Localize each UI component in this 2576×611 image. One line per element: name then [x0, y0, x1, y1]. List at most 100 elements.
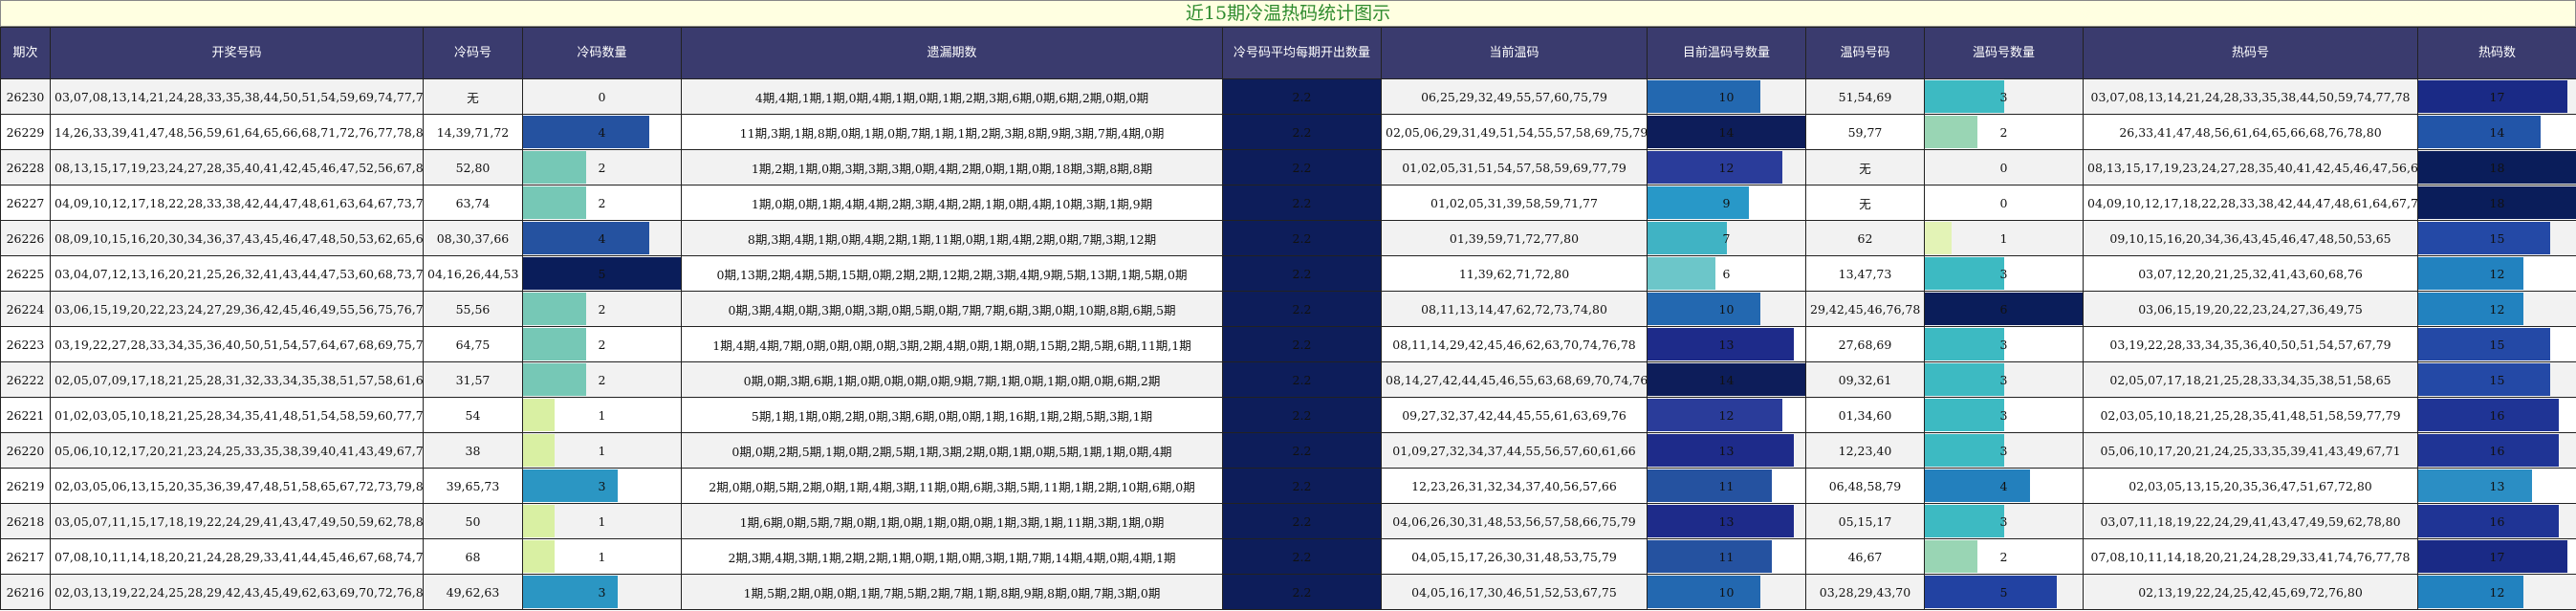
warm-number-count-bar: 1	[1924, 220, 2084, 256]
cold-count-bar-fill	[523, 399, 555, 431]
cold-numbers-cell: 31,57	[423, 361, 523, 398]
hot-count-bar-value: 16	[2489, 407, 2505, 423]
draw-numbers-cell: 07,08,10,11,14,18,20,21,24,28,29,33,41,4…	[50, 538, 424, 575]
warm-number-count-bar-fill	[1925, 363, 2004, 396]
cold-count-bar-fill	[523, 116, 649, 148]
warm-count-bar-value: 11	[1718, 549, 1735, 564]
hot-numbers-cell: 07,08,10,11,14,18,20,21,24,28,29,33,41,7…	[2083, 538, 2418, 575]
cold-average-cell: 2.2	[1222, 220, 1382, 256]
hot-count-bar-value: 15	[2489, 372, 2505, 387]
header-cold-numbers: 冷码号	[423, 27, 523, 79]
draw-numbers-cell: 03,19,22,27,28,33,34,35,36,40,50,51,54,5…	[50, 326, 424, 362]
issue-cell: 26220	[0, 432, 51, 469]
hot-count-bar-value: 18	[2489, 195, 2505, 210]
miss-periods-cell: 0期,0期,3期,6期,1期,0期,0期,0期,0期,9期,7期,1期,0期,1…	[681, 361, 1223, 398]
warm-number-count-bar-fill	[1925, 540, 1977, 573]
cold-count-bar-value: 2	[598, 195, 606, 210]
warm-number-count-bar-fill	[1925, 116, 1977, 148]
warm-count-bar-fill	[1648, 257, 1715, 290]
warm-number-count-bar-fill	[1925, 399, 2004, 431]
cold-count-bar-fill	[523, 293, 586, 325]
warm-count-bar-value: 12	[1718, 160, 1735, 175]
warm-number-count-bar-fill	[1925, 222, 1952, 254]
warm-number-count-bar: 4	[1924, 468, 2084, 504]
cold-count-bar-value: 1	[598, 549, 606, 564]
warm-count-bar: 10	[1647, 574, 1806, 610]
hot-count-bar: 18	[2417, 185, 2576, 221]
warm-number-count-bar: 3	[1924, 503, 2084, 539]
issue-cell: 26227	[0, 185, 51, 221]
warm-number-count-bar-value: 3	[1999, 513, 2008, 529]
warm-count-bar-value: 13	[1718, 513, 1735, 529]
cold-numbers-cell: 68	[423, 538, 523, 575]
header-issue: 期次	[0, 27, 51, 79]
current-warm-cell: 08,11,13,14,47,62,72,73,74,80	[1381, 291, 1648, 327]
issue-cell: 26230	[0, 78, 51, 115]
header-miss-periods: 遗漏期数	[681, 27, 1223, 79]
miss-periods-cell: 1期,2期,1期,0期,3期,3期,3期,0期,4期,2期,0期,1期,0期,1…	[681, 149, 1223, 185]
miss-periods-cell: 1期,4期,4期,7期,0期,0期,0期,0期,3期,2期,4期,0期,1期,0…	[681, 326, 1223, 362]
hot-numbers-cell: 02,03,05,10,18,21,25,28,35,41,48,51,58,5…	[2083, 397, 2418, 433]
issue-cell: 26217	[0, 538, 51, 575]
warm-number-count-bar-fill	[1925, 80, 2004, 113]
warm-number-count-bar-value: 4	[1999, 478, 2008, 493]
cold-count-bar-value: 2	[598, 337, 606, 352]
hot-count-bar: 16	[2417, 397, 2576, 433]
cold-count-bar-value: 3	[598, 584, 606, 600]
header-row: 期次 开奖号码 冷码号 冷码数量 遗漏期数 冷号码平均每期开出数量 当前温码 目…	[0, 27, 2576, 79]
cold-count-bar-value: 2	[598, 372, 606, 387]
warm-count-bar-value: 11	[1718, 478, 1735, 493]
stats-table: 期次 开奖号码 冷码号 冷码数量 遗漏期数 冷号码平均每期开出数量 当前温码 目…	[0, 27, 2576, 610]
warm-number-count-bar-value: 2	[1999, 124, 2008, 140]
hot-count-bar-value: 18	[2489, 160, 2505, 175]
warm-count-bar: 12	[1647, 149, 1806, 185]
cold-numbers-cell: 64,75	[423, 326, 523, 362]
warm-number-count-bar: 0	[1924, 149, 2084, 185]
cold-numbers-cell: 50	[423, 503, 523, 539]
hot-numbers-cell: 05,06,10,17,20,21,24,25,33,35,39,41,43,4…	[2083, 432, 2418, 469]
cold-count-bar: 2	[522, 291, 682, 327]
warm-number-count-bar-value: 3	[1999, 89, 2008, 104]
warm-number-count-bar-fill	[1925, 576, 2057, 608]
issue-cell: 26216	[0, 574, 51, 610]
table-row: 26216 02,03,13,19,22,24,25,28,29,42,43,45…	[0, 574, 2576, 610]
cold-numbers-cell: 39,65,73	[423, 468, 523, 504]
warm-count-bar-value: 10	[1718, 584, 1735, 600]
cold-count-bar-fill	[523, 186, 586, 219]
warm-number-count-bar-value: 3	[1999, 407, 2008, 423]
cold-count-bar: 0	[522, 78, 682, 115]
warm-numbers-cell: 03,28,29,43,70	[1805, 574, 1925, 610]
current-warm-cell: 04,05,15,17,26,30,31,48,53,75,79	[1381, 538, 1648, 575]
hot-numbers-cell: 03,19,22,28,33,34,35,36,40,50,51,54,57,6…	[2083, 326, 2418, 362]
hot-numbers-cell: 02,13,19,22,24,25,42,45,69,72,76,80	[2083, 574, 2418, 610]
warm-count-bar-value: 14	[1718, 372, 1735, 387]
cold-count-bar: 5	[522, 255, 682, 292]
hot-numbers-cell: 09,10,15,16,20,34,36,43,45,46,47,48,50,5…	[2083, 220, 2418, 256]
current-warm-cell: 04,06,26,30,31,48,53,56,57,58,66,75,79	[1381, 503, 1648, 539]
hot-count-bar: 13	[2417, 468, 2576, 504]
cold-average-cell: 2.2	[1222, 255, 1382, 292]
warm-count-bar-value: 7	[1722, 230, 1731, 246]
warm-number-count-bar-value: 3	[1999, 443, 2008, 458]
cold-count-bar-value: 2	[598, 301, 606, 316]
warm-number-count-bar-value: 3	[1999, 372, 2008, 387]
table-row: 26220 05,06,10,12,17,20,21,23,24,25,33,35…	[0, 432, 2576, 469]
warm-count-bar-value: 14	[1718, 124, 1735, 140]
hot-count-bar-value: 15	[2489, 337, 2505, 352]
header-current-warm: 当前温码	[1381, 27, 1648, 79]
cold-numbers-cell: 38	[423, 432, 523, 469]
hot-numbers-cell: 03,06,15,19,20,22,23,24,27,36,49,75	[2083, 291, 2418, 327]
cold-average-cell: 2.2	[1222, 185, 1382, 221]
hot-count-bar: 12	[2417, 574, 2576, 610]
draw-numbers-cell: 14,26,33,39,41,47,48,56,59,61,64,65,66,6…	[50, 114, 424, 150]
current-warm-cell: 08,14,27,42,44,45,46,55,63,68,69,70,74,7…	[1381, 361, 1648, 398]
cold-count-bar-value: 2	[598, 160, 606, 175]
warm-number-count-bar-value: 2	[1999, 549, 2008, 564]
warm-numbers-cell: 06,48,58,79	[1805, 468, 1925, 504]
hot-count-bar: 16	[2417, 503, 2576, 539]
cold-count-bar-fill	[523, 363, 586, 396]
issue-cell: 26229	[0, 114, 51, 150]
hot-count-bar: 14	[2417, 114, 2576, 150]
cold-numbers-cell: 55,56	[423, 291, 523, 327]
cold-numbers-cell: 54	[423, 397, 523, 433]
